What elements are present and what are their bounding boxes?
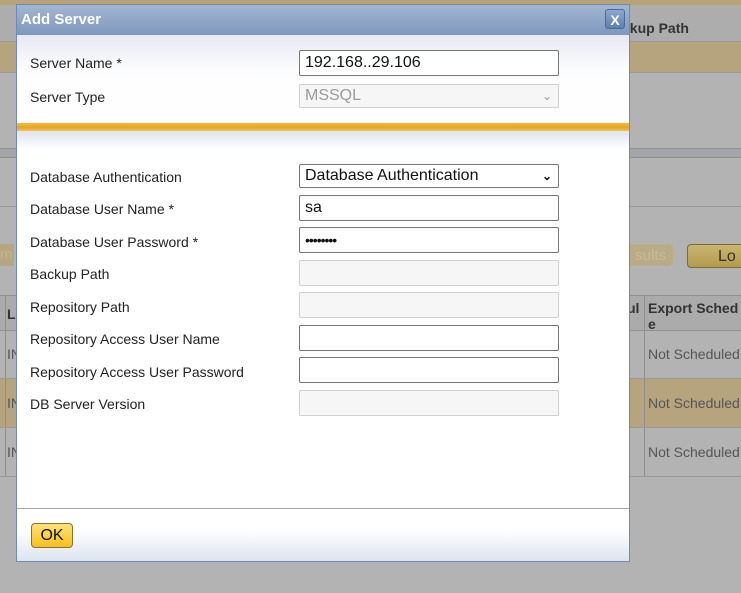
dialog-title: Add Server bbox=[21, 11, 102, 28]
column-divider bbox=[644, 296, 645, 330]
dialog-footer bbox=[17, 509, 629, 561]
section-divider-orange bbox=[17, 123, 629, 131]
db-auth-select[interactable]: Database Authentication ⌄ bbox=[299, 164, 559, 188]
close-icon: X bbox=[610, 12, 620, 28]
server-section bbox=[17, 35, 629, 123]
chevron-down-icon: ⌄ bbox=[541, 169, 552, 183]
dialog-title-bar[interactable]: Add Server X bbox=[17, 5, 629, 35]
column-header-export-schedule: Export Sched e bbox=[648, 300, 739, 332]
close-button[interactable]: X bbox=[605, 9, 625, 29]
background-disabled-button-left: m bbox=[0, 244, 14, 266]
chevron-down-icon: ⌄ bbox=[541, 89, 552, 103]
server-type-select: MSSQL ⌄ bbox=[299, 84, 559, 108]
add-server-dialog: Add Server X Server Name * 192.168..29.1… bbox=[16, 4, 630, 562]
server-name-label: Server Name * bbox=[30, 55, 122, 71]
server-name-input[interactable]: 192.168..29.106 bbox=[299, 50, 559, 76]
export-schedule-cell: Not Scheduled bbox=[648, 395, 740, 411]
db-user-input[interactable]: sa bbox=[299, 195, 559, 221]
repo-password-input[interactable] bbox=[299, 357, 559, 383]
db-password-label: Database User Password * bbox=[30, 234, 199, 250]
db-auth-label: Database Authentication bbox=[30, 169, 182, 185]
section-gradient bbox=[17, 131, 629, 149]
repo-user-label: Repository Access User Name bbox=[30, 331, 220, 347]
repo-path-input bbox=[299, 292, 559, 318]
db-version-input bbox=[299, 390, 559, 416]
repo-user-input[interactable] bbox=[299, 325, 559, 351]
backup-path-label: Backup Path bbox=[30, 266, 110, 282]
export-schedule-cell: Not Scheduled bbox=[648, 444, 740, 460]
repo-password-label: Repository Access User Password bbox=[30, 364, 244, 380]
server-type-label: Server Type bbox=[30, 89, 106, 105]
repo-path-label: Repository Path bbox=[30, 299, 130, 315]
background-load-button: Lo bbox=[687, 244, 741, 268]
column-header-l: L bbox=[7, 306, 16, 322]
column-divider bbox=[5, 296, 6, 330]
db-password-input[interactable]: •••••••• bbox=[299, 227, 559, 253]
ok-button[interactable]: OK bbox=[31, 523, 73, 548]
backup-path-column-header: ckup Path bbox=[622, 20, 689, 36]
backup-path-input bbox=[299, 260, 559, 286]
db-user-label: Database User Name * bbox=[30, 201, 174, 217]
password-mask: •••••••• bbox=[305, 232, 337, 248]
db-version-label: DB Server Version bbox=[30, 396, 146, 412]
export-schedule-cell: Not Scheduled bbox=[648, 346, 740, 362]
